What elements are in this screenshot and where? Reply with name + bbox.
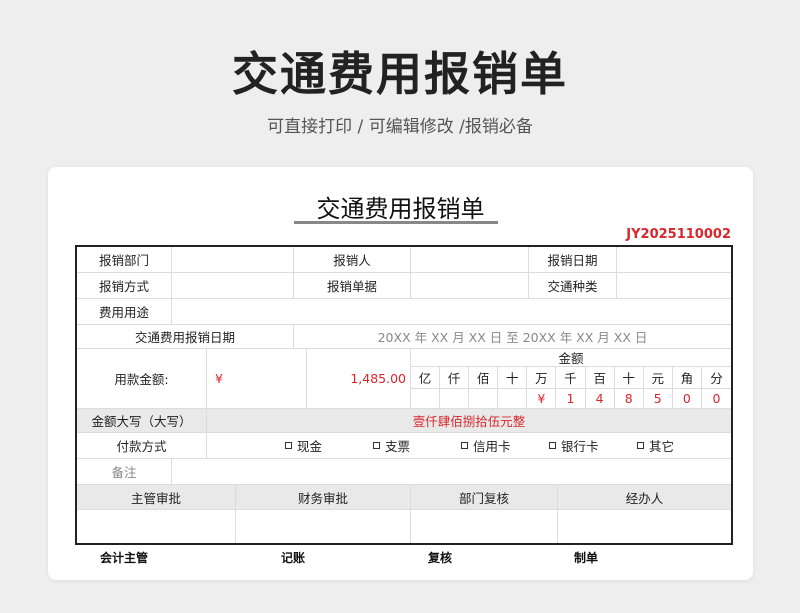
form-card: 交通费用报销单 JY2025110002 报销部门 报销人 报销日期 报销方式 … xyxy=(48,167,753,580)
digit-unit: 万 xyxy=(527,367,557,389)
digit-value[interactable]: 1 xyxy=(556,389,586,409)
date-label: 报销日期 xyxy=(529,247,617,273)
pay-option-label: 其它 xyxy=(649,439,675,454)
period-value[interactable]: 20XX 年 XX 月 XX 日 至 20XX 年 XX 月 XX 日 xyxy=(294,325,731,349)
table-row: 报销方式 报销单据 交通种类 xyxy=(77,273,731,299)
signature-prepared: 制单 xyxy=(574,551,599,565)
table-row: 备注 xyxy=(77,459,731,485)
pay-option[interactable]: 支票 xyxy=(373,433,410,458)
dept-field[interactable] xyxy=(172,247,294,273)
receipt-label: 报销单据 xyxy=(294,273,411,299)
pay-option[interactable]: 信用卡 xyxy=(461,433,511,458)
digit-value[interactable]: 8 xyxy=(614,389,644,409)
table-row: 费用用途 xyxy=(77,299,731,325)
period-label: 交通费用报销日期 xyxy=(77,325,294,349)
pay-option-label: 现金 xyxy=(297,439,323,454)
approval-header-supervisor: 主管审批 xyxy=(77,485,236,510)
table-row: 交通费用报销日期 20XX 年 XX 月 XX 日 至 20XX 年 XX 月 … xyxy=(77,325,731,349)
approval-header-finance: 财务审批 xyxy=(236,485,411,510)
table-row xyxy=(77,510,731,543)
pay-option[interactable]: 其它 xyxy=(637,433,674,458)
checkbox-icon[interactable] xyxy=(373,442,380,449)
pay-option-label: 信用卡 xyxy=(473,439,511,454)
transport-type-field[interactable] xyxy=(617,273,731,299)
digit-unit: 分 xyxy=(701,367,731,389)
table-row: 付款方式 现金 支票 信用卡 银行卡 其它 xyxy=(77,433,731,459)
digit-value[interactable] xyxy=(469,389,499,409)
digit-value[interactable]: 5 xyxy=(643,389,673,409)
digit-unit: 亿 xyxy=(411,367,441,389)
digit-unit: 仟 xyxy=(440,367,470,389)
approval-field-handler[interactable] xyxy=(558,510,731,543)
digit-unit: 十 xyxy=(614,367,644,389)
digit-unit: 角 xyxy=(672,367,702,389)
purpose-field[interactable] xyxy=(172,299,731,325)
form-title-underline xyxy=(294,221,498,224)
digit-unit: 千 xyxy=(556,367,586,389)
receipt-field[interactable] xyxy=(411,273,529,299)
signature-bookkeeping: 记账 xyxy=(281,551,306,565)
table-row: 金额大写（大写） 壹仟肆佰捌拾伍元整 xyxy=(77,409,731,433)
digit-unit: 佰 xyxy=(469,367,499,389)
note-field[interactable] xyxy=(172,459,731,485)
table-row: 主管审批 财务审批 部门复核 经办人 xyxy=(77,485,731,510)
table-row: 报销部门 报销人 报销日期 xyxy=(77,247,731,273)
checkbox-icon[interactable] xyxy=(461,442,468,449)
method-label: 报销方式 xyxy=(77,273,172,299)
approval-field-finance[interactable] xyxy=(236,510,411,543)
reimbursement-table: 报销部门 报销人 报销日期 报销方式 报销单据 交通种类 费用用途 交通费用报销… xyxy=(75,245,733,545)
digit-value[interactable] xyxy=(411,389,441,409)
page-title: 交通费用报销单 xyxy=(232,47,568,101)
signature-accountant: 会计主管 xyxy=(100,551,149,565)
amount-value-text: 1,485.00 xyxy=(350,371,406,386)
approval-field-supervisor[interactable] xyxy=(77,510,236,543)
digit-value[interactable]: 0 xyxy=(701,389,731,409)
applicant-field[interactable] xyxy=(411,247,529,273)
amount-label: 用款金额: xyxy=(77,349,207,409)
amount-value[interactable]: 1,485.00 xyxy=(207,349,411,409)
pay-method-label: 付款方式 xyxy=(77,433,207,459)
digit-value[interactable]: 0 xyxy=(672,389,702,409)
pay-option-label: 银行卡 xyxy=(561,439,599,454)
digit-unit: 百 xyxy=(585,367,615,389)
date-field[interactable] xyxy=(617,247,731,273)
digit-value[interactable]: ¥ xyxy=(527,389,557,409)
method-field[interactable] xyxy=(172,273,294,299)
digit-value[interactable] xyxy=(440,389,470,409)
amount-upper-label: 金额大写（大写） xyxy=(77,409,207,433)
pay-option[interactable]: 银行卡 xyxy=(549,433,599,458)
approval-header-dept: 部门复核 xyxy=(411,485,558,510)
approval-field-dept[interactable] xyxy=(411,510,558,543)
signature-review: 复核 xyxy=(428,551,453,565)
amount-upper-value[interactable]: 壹仟肆佰捌拾伍元整 xyxy=(207,409,731,433)
checkbox-icon[interactable] xyxy=(637,442,644,449)
amount-header: 金额 xyxy=(411,349,731,367)
form-title: 交通费用报销单 xyxy=(316,195,485,223)
pay-option-label: 支票 xyxy=(385,439,411,454)
digit-unit: 十 xyxy=(498,367,528,389)
dept-label: 报销部门 xyxy=(77,247,172,273)
applicant-label: 报销人 xyxy=(294,247,411,273)
digit-value[interactable] xyxy=(498,389,528,409)
pay-option[interactable]: 现金 xyxy=(285,433,322,458)
purpose-label: 费用用途 xyxy=(77,299,172,325)
table-row: 用款金额: ¥ 1,485.00 金额 亿仟佰十万千百十元角分 ¥1 4 8 5 0 0 xyxy=(77,349,731,409)
digit-unit: 元 xyxy=(643,367,673,389)
page-subtitle: 可直接打印 / 可编辑修改 /报销必备 xyxy=(267,117,533,137)
digit-value[interactable]: 4 xyxy=(585,389,615,409)
note-label: 备注 xyxy=(77,459,172,485)
transport-type-label: 交通种类 xyxy=(529,273,617,299)
pay-options: 现金 支票 信用卡 银行卡 其它 xyxy=(207,433,731,459)
checkbox-icon[interactable] xyxy=(549,442,556,449)
checkbox-icon[interactable] xyxy=(285,442,292,449)
approval-header-handler: 经办人 xyxy=(558,485,731,510)
document-number: JY2025110002 xyxy=(626,227,731,242)
